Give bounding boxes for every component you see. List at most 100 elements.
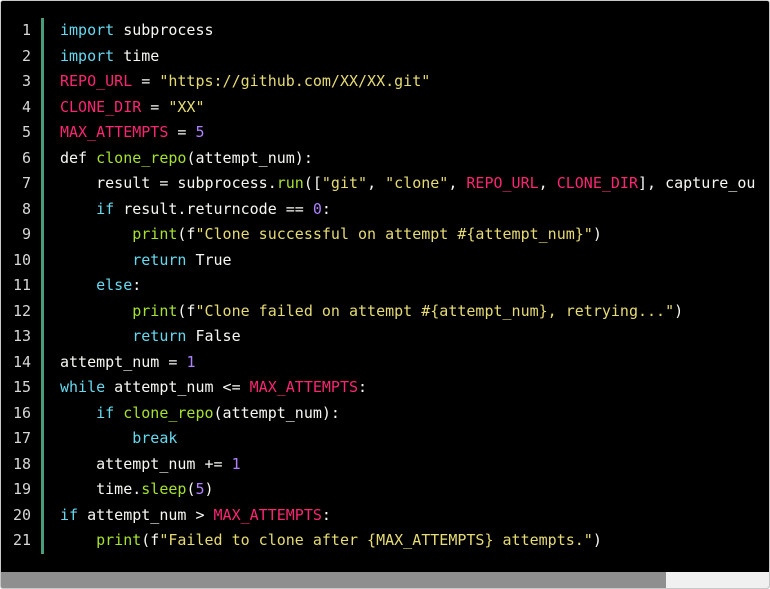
code-token: = — [132, 72, 160, 90]
code-line: 11 else: — [1, 273, 769, 299]
code-token: attempt_num <= — [105, 378, 250, 396]
line-number: 20 — [12, 505, 31, 524]
code-token: ([ — [303, 174, 322, 192]
line-number: 8 — [21, 199, 31, 218]
code-token: CLONE_DIR — [60, 97, 142, 116]
code-line: 4 CLONE_DIR = "XX" — [1, 95, 769, 121]
line-number: 19 — [12, 480, 31, 498]
code-token: ) — [592, 225, 602, 243]
code-text: attempt_num = 1 — [60, 350, 195, 376]
code-token: import — [60, 21, 115, 39]
code-token: print — [132, 225, 178, 243]
line-number: 14 — [12, 352, 31, 371]
code-text: break — [60, 426, 177, 452]
code-token: subprocess — [114, 21, 214, 39]
code-text: attempt_num += 1 — [60, 452, 241, 478]
code-token: while — [60, 378, 106, 396]
code-token: , — [448, 174, 467, 192]
code-text: import time — [60, 44, 159, 70]
code-token: return — [132, 250, 187, 269]
code-text: result = subprocess.run(["git", "clone",… — [60, 171, 755, 197]
code-token: = — [168, 123, 196, 141]
code-token: CLONE_DIR — [556, 174, 638, 192]
code-token: (f — [177, 301, 196, 320]
code-line: 15 while attempt_num <= MAX_ATTEMPTS: — [1, 375, 769, 401]
horizontal-scrollbar[interactable] — [1, 572, 769, 588]
code-token: result.returncode == — [114, 199, 313, 218]
code-token: break — [132, 429, 178, 447]
code-token: clone_repo — [123, 403, 214, 422]
code-token: REPO_URL — [60, 72, 133, 90]
code-text: if clone_repo(attempt_num): — [60, 401, 340, 427]
code-token: "git" — [321, 174, 368, 192]
code-area: 1 import subprocess 2 import time 3 REPO_URL … — [1, 18, 769, 570]
code-line: 13 return False — [1, 324, 769, 350]
code-text: print(f"Failed to clone after {MAX_ATTEM… — [60, 528, 602, 554]
code-token: 1 — [231, 454, 241, 473]
code-token: attempt_num > — [78, 505, 214, 524]
code-token: return — [132, 327, 187, 345]
code-token: attempt_num += — [60, 454, 232, 473]
code-token: "clone" — [385, 174, 449, 192]
code-token: else — [96, 276, 133, 294]
code-token: ) — [592, 531, 602, 549]
line-number: 17 — [12, 429, 31, 447]
code-token: time — [114, 46, 160, 65]
code-text: if attempt_num > MAX_ATTEMPTS: — [60, 503, 331, 529]
code-line: 18 attempt_num += 1 — [1, 452, 769, 478]
code-token: : — [132, 276, 142, 294]
code-line: 2 import time — [1, 44, 769, 70]
code-text: else: — [60, 273, 141, 299]
line-number: 11 — [12, 276, 31, 294]
code-token: MAX_ATTEMPTS — [60, 123, 169, 141]
line-number: 4 — [21, 97, 31, 116]
code-token: time. — [60, 480, 142, 498]
line-number: 1 — [21, 21, 31, 39]
code-token: run — [276, 174, 304, 192]
code-text: if result.returncode == 0: — [60, 197, 331, 223]
code-text: return True — [60, 248, 231, 274]
code-token: (attempt_num): — [186, 148, 313, 167]
code-token: : — [358, 378, 368, 396]
line-number: 12 — [12, 301, 31, 320]
code-token: print — [96, 531, 142, 549]
line-number: 10 — [12, 250, 31, 269]
code-token: if — [96, 403, 115, 422]
code-line: 17 break — [1, 426, 769, 452]
code-token: 5 — [195, 480, 205, 498]
code-token: 5 — [195, 123, 205, 141]
code-token: if — [60, 505, 79, 524]
code-line: 19 time.sleep(5) — [1, 477, 769, 503]
code-text: return False — [60, 324, 241, 350]
code-token: (attempt_num): — [213, 403, 340, 422]
code-token: def — [60, 148, 97, 167]
code-text: import subprocess — [60, 18, 214, 44]
line-number: 21 — [12, 531, 31, 549]
code-token: "https://github.com/XX/XX.git" — [159, 72, 431, 90]
code-line: 9 print(f"Clone successful on attempt #{… — [1, 222, 769, 248]
code-token: False — [186, 327, 241, 345]
code-token: ], capture_ou — [638, 174, 756, 192]
code-line: 10 return True — [1, 248, 769, 274]
line-number: 5 — [21, 123, 31, 141]
code-token: = — [141, 97, 169, 116]
code-token: "XX" — [168, 97, 205, 116]
scrollbar-thumb[interactable] — [1, 572, 667, 588]
code-token: result = subprocess. — [60, 174, 277, 192]
code-token: if — [96, 199, 115, 218]
line-number: 6 — [21, 148, 31, 167]
code-token: "Failed to clone after {MAX_ATTEMPTS} at… — [159, 531, 593, 549]
code-token: "Clone successful on attempt #{attempt_n… — [195, 225, 593, 243]
code-viewer: 1 import subprocess 2 import time 3 REPO_URL … — [0, 0, 770, 589]
code-line: 5 MAX_ATTEMPTS = 5 — [1, 120, 769, 146]
code-text: MAX_ATTEMPTS = 5 — [60, 120, 205, 146]
line-number: 3 — [21, 72, 31, 90]
code-line: 20 if attempt_num > MAX_ATTEMPTS: — [1, 503, 769, 529]
code-token: attempt_num = — [60, 352, 187, 371]
